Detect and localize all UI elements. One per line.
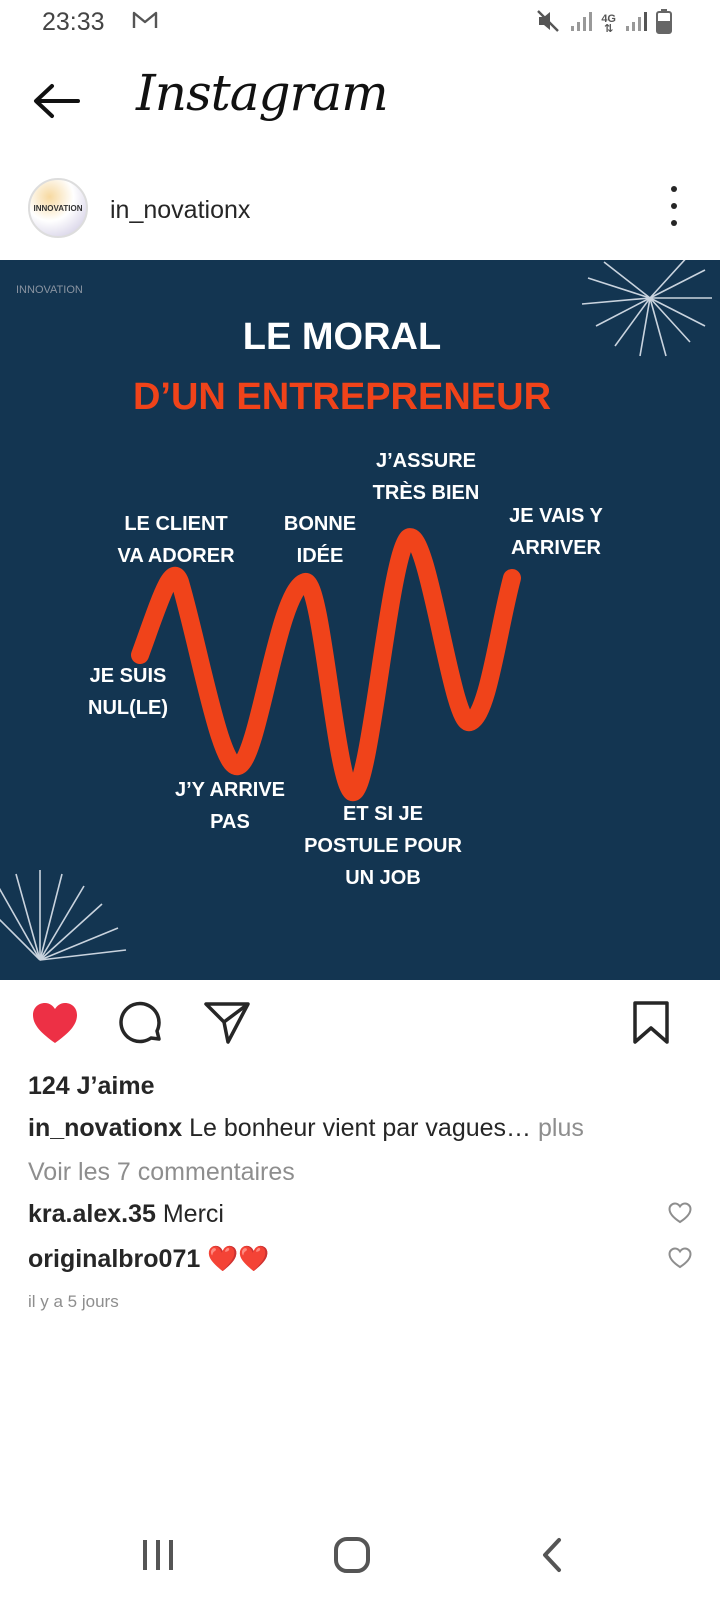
comment-text: Merci bbox=[155, 1200, 224, 1228]
like-button[interactable] bbox=[30, 998, 80, 1048]
recents-icon bbox=[143, 1540, 173, 1570]
image-title-line1: LE MORAL bbox=[242, 316, 442, 358]
signal-icon bbox=[569, 10, 593, 37]
comment-like-button[interactable] bbox=[668, 1247, 692, 1276]
label-jy-arrive-pas: J’Y ARRIVE PAS bbox=[174, 779, 286, 833]
heart-icon bbox=[33, 1003, 77, 1043]
comment-row: originalbro071 ❤️❤️ bbox=[28, 1245, 692, 1274]
comment-like-button[interactable] bbox=[668, 1202, 692, 1231]
label-jassure: J’ASSURE TRÈS BIEN bbox=[372, 450, 480, 504]
status-time: 23:33 bbox=[42, 8, 105, 36]
caption-text: Le bonheur vient par vagues… bbox=[182, 1114, 538, 1142]
more-dot-icon bbox=[671, 220, 677, 226]
comment-username[interactable]: originalbro071 bbox=[28, 1245, 200, 1273]
save-button[interactable] bbox=[626, 998, 676, 1048]
comment-button[interactable] bbox=[116, 998, 166, 1048]
sunburst-bottom-left bbox=[0, 870, 127, 961]
signal-icon bbox=[624, 10, 648, 37]
post-actions bbox=[0, 990, 720, 1056]
battery-icon bbox=[656, 8, 672, 39]
mood-wave bbox=[131, 528, 521, 802]
back-button[interactable] bbox=[30, 78, 82, 124]
label-postule: ET SI JE POSTULE POUR UN JOB bbox=[304, 803, 462, 889]
comment-icon bbox=[119, 1001, 161, 1044]
heart-outline-icon bbox=[668, 1202, 692, 1224]
comment-username[interactable]: kra.alex.35 bbox=[28, 1200, 156, 1228]
view-comments-link[interactable]: Voir les 7 commentaires bbox=[28, 1158, 295, 1187]
label-bonne-idee: BONNE IDÉE bbox=[283, 513, 357, 567]
label-je-suis-nul: JE SUIS NUL(LE) bbox=[88, 665, 168, 719]
image-title-line2: D’UN ENTREPRENEUR bbox=[132, 376, 552, 418]
instagram-logo: Instagram bbox=[136, 64, 389, 122]
caption-more-link[interactable]: plus bbox=[538, 1114, 584, 1142]
innovation-watermark-logo: INNOVATION bbox=[16, 284, 83, 296]
heart-outline-icon bbox=[668, 1247, 692, 1269]
gmail-icon bbox=[132, 10, 158, 35]
avatar[interactable]: INNOVATION bbox=[28, 178, 88, 238]
network-type: 4G ⇅ bbox=[601, 12, 616, 35]
post-header: INNOVATION in_novationx bbox=[0, 172, 720, 248]
arrow-left-icon bbox=[34, 84, 80, 118]
more-dot-icon bbox=[671, 186, 677, 192]
post-image[interactable]: INNOVATION LE MORAL D’UN ENTREPRENEUR JE… bbox=[0, 260, 720, 980]
more-dot-icon bbox=[671, 203, 677, 209]
bookmark-icon bbox=[633, 1001, 669, 1044]
label-le-client: LE CLIENT VA ADORER bbox=[117, 513, 235, 567]
comment-row: kra.alex.35 Merci bbox=[28, 1200, 692, 1229]
likes-count[interactable]: 124 J’aime bbox=[28, 1072, 155, 1101]
recents-button[interactable] bbox=[128, 1530, 188, 1580]
post-time-ago: il y a 5 jours bbox=[28, 1292, 119, 1311]
home-button[interactable] bbox=[322, 1530, 382, 1580]
caption: in_novationx Le bonheur vient par vagues… bbox=[28, 1114, 708, 1143]
more-options-button[interactable] bbox=[662, 186, 686, 226]
status-icons: 4G ⇅ bbox=[535, 8, 672, 39]
caption-username[interactable]: in_novationx bbox=[28, 1114, 182, 1142]
system-navbar bbox=[0, 1520, 720, 1590]
share-icon bbox=[204, 1002, 250, 1044]
app-header: Instagram bbox=[0, 56, 720, 146]
nav-back-button[interactable] bbox=[522, 1530, 582, 1580]
share-button[interactable] bbox=[202, 998, 252, 1048]
label-je-vais-y-arriver: JE VAIS Y ARRIVER bbox=[509, 505, 603, 559]
back-icon bbox=[543, 1538, 561, 1572]
avatar-logo-text: INNOVATION bbox=[33, 203, 83, 213]
post-username[interactable]: in_novationx bbox=[110, 196, 250, 225]
mute-icon bbox=[535, 8, 561, 39]
status-bar: 23:33 4G ⇅ bbox=[0, 0, 720, 46]
comment-text: ❤️❤️ bbox=[200, 1245, 270, 1273]
home-icon bbox=[334, 1537, 370, 1573]
